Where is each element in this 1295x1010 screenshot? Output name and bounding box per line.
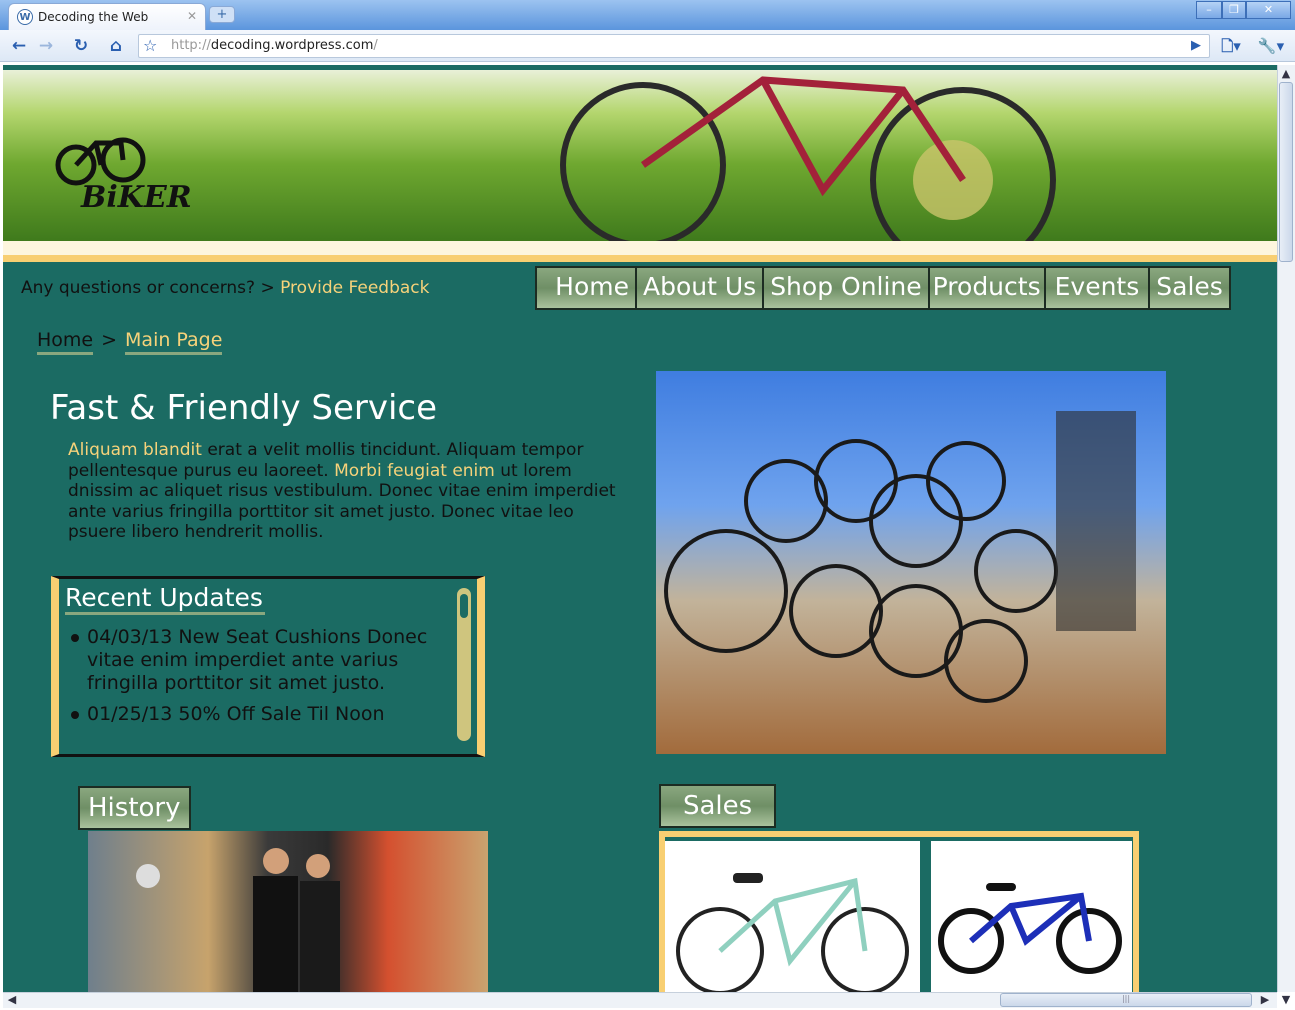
nav-products[interactable]: Products (929, 268, 1046, 308)
intro-link-1[interactable]: Aliquam blandit (68, 440, 202, 460)
feedback-prompt: Any questions or concerns? > Provide Fee… (21, 278, 429, 298)
separator: > (260, 278, 275, 298)
wordpress-icon: W (17, 9, 33, 25)
gold-divider (3, 255, 1277, 262)
scroll-down-icon[interactable]: ▼ (1279, 992, 1293, 1007)
address-bar[interactable]: http://decoding.wordpress.com/ (138, 34, 1210, 58)
updates-scrollbar[interactable] (457, 588, 471, 741)
sales-gallery (659, 831, 1139, 992)
scroll-left-icon[interactable]: ◀ (5, 992, 19, 1007)
recent-updates-panel: Recent Updates 04/03/13 New Seat Cushion… (51, 576, 485, 757)
intro-paragraph: Aliquam blandit erat a velit mollis tinc… (68, 440, 623, 543)
page-title: Fast & Friendly Service (50, 388, 438, 428)
close-tab-icon[interactable]: ✕ (187, 9, 197, 23)
history-photo (88, 831, 488, 992)
nav-about-us[interactable]: About Us (637, 268, 765, 308)
recent-updates-title: Recent Updates (65, 583, 265, 615)
web-page: BiKER Any questions or concerns? > Provi… (3, 65, 1277, 992)
banner-image (3, 70, 1277, 241)
breadcrumb-home[interactable]: Home (37, 329, 94, 355)
update-item: 04/03/13 New Seat Cushions Donec vitae e… (69, 626, 449, 695)
history-tab[interactable]: History (78, 786, 191, 830)
vertical-scroll-thumb[interactable] (1279, 82, 1293, 262)
intro-link-2[interactable]: Morbi feugiat enim (334, 461, 495, 481)
back-icon[interactable]: ← (6, 34, 32, 58)
provide-feedback-link[interactable]: Provide Feedback (280, 278, 429, 298)
forward-icon[interactable]: → (33, 34, 59, 58)
breadcrumb-separator: > (101, 329, 118, 351)
svg-text:BiKER: BiKER (80, 180, 191, 215)
bookmark-star-icon[interactable]: ☆ (143, 34, 157, 58)
main-nav: Home About Us Shop Online Products Event… (535, 266, 1231, 310)
nav-home[interactable]: Home (537, 268, 637, 308)
go-icon[interactable]: ▶ (1183, 34, 1209, 58)
breadcrumb: Home > Main Page (37, 329, 223, 355)
banner-strip (3, 241, 1277, 255)
restore-button[interactable]: ❐ (1222, 1, 1246, 19)
nav-sales[interactable]: Sales (1150, 268, 1229, 308)
browser-tab[interactable]: W Decoding the Web ✕ (8, 3, 206, 30)
horizontal-scroll-thumb[interactable]: ||| (1000, 993, 1252, 1007)
biker-logo: BiKER (51, 125, 192, 215)
new-tab-button[interactable]: + (209, 6, 235, 23)
question-text: Any questions or concerns? (21, 278, 256, 298)
sales-tab[interactable]: Sales (659, 784, 777, 828)
nav-events[interactable]: Events (1045, 268, 1151, 308)
page-menu-icon[interactable]: 🗋▾ (1216, 34, 1246, 58)
minimize-button[interactable]: – (1196, 1, 1222, 19)
scrollbar-thumb[interactable] (460, 594, 468, 618)
breadcrumb-main-page[interactable]: Main Page (125, 329, 223, 355)
bike-shop-photo (656, 371, 1166, 754)
update-item: 01/25/13 50% Off Sale Til Noon (69, 703, 449, 726)
sale-bike-bmx[interactable] (931, 841, 1132, 992)
nav-shop-online[interactable]: Shop Online (764, 268, 930, 308)
reload-icon[interactable]: ↻ (68, 34, 94, 58)
bicycle-illustration (560, 76, 1056, 241)
tab-title: Decoding the Web (38, 10, 149, 24)
scroll-up-icon[interactable]: ▲ (1279, 66, 1293, 81)
wrench-menu-icon[interactable]: 🔧▾ (1255, 34, 1287, 58)
scroll-right-icon[interactable]: ▶ (1258, 992, 1272, 1007)
home-icon[interactable]: ⌂ (103, 34, 129, 58)
sale-bike-cruiser[interactable] (665, 841, 920, 992)
close-window-button[interactable]: ✕ (1246, 1, 1291, 19)
updates-list: 04/03/13 New Seat Cushions Donec vitae e… (69, 626, 449, 726)
